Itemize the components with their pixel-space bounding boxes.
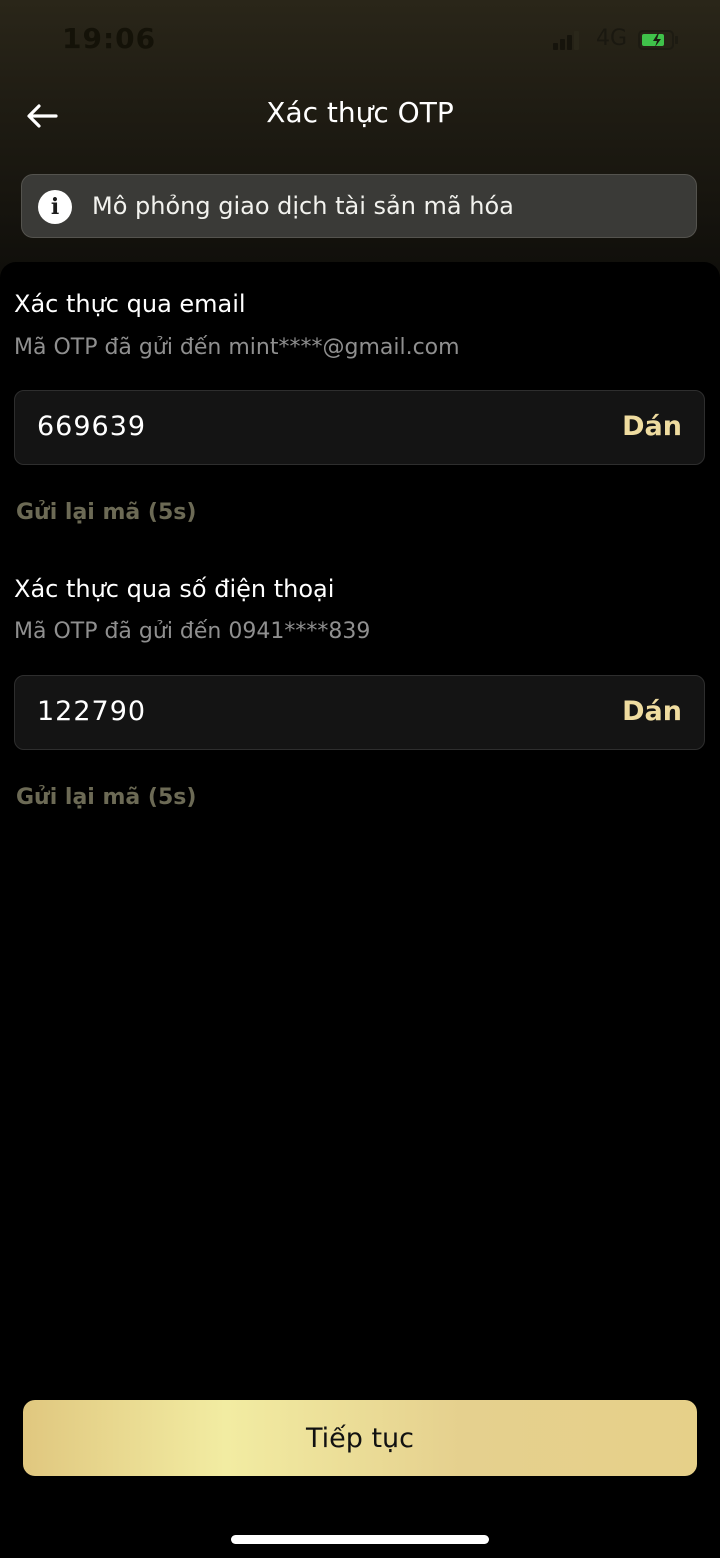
email-resend-link[interactable]: Gửi lại mã (5s) xyxy=(16,500,196,525)
email-otp-field[interactable]: 669639 Dán xyxy=(14,390,705,465)
phone-paste-button[interactable]: Dán xyxy=(622,696,682,727)
network-type: 4G xyxy=(596,26,628,51)
battery-icon xyxy=(638,30,678,50)
page-title: Xác thực OTP xyxy=(266,96,454,129)
status-time: 19:06 xyxy=(62,22,157,55)
info-banner: i Mô phỏng giao dịch tài sản mã hóa xyxy=(21,174,697,238)
phone-resend-link[interactable]: Gửi lại mã (5s) xyxy=(16,785,196,810)
email-otp-value[interactable]: 669639 xyxy=(37,411,146,442)
signal-icon xyxy=(553,31,579,50)
email-section-title: Xác thực qua email xyxy=(14,290,246,318)
otp-form: Xác thực qua email Mã OTP đã gửi đến min… xyxy=(0,262,720,1558)
email-section-subtitle: Mã OTP đã gửi đến mint****@gmail.com xyxy=(14,335,460,360)
phone-section-title: Xác thực qua số điện thoại xyxy=(14,575,335,603)
home-indicator xyxy=(231,1535,489,1544)
banner-text: Mô phỏng giao dịch tài sản mã hóa xyxy=(92,192,514,220)
continue-label: Tiếp tục xyxy=(305,1422,415,1454)
email-paste-button[interactable]: Dán xyxy=(622,411,682,442)
status-bar: 19:06 4G xyxy=(0,0,720,80)
continue-button[interactable]: Tiếp tục xyxy=(23,1400,697,1476)
phone-otp-value[interactable]: 122790 xyxy=(37,696,146,727)
phone-section-subtitle: Mã OTP đã gửi đến 0941****839 xyxy=(14,619,371,644)
info-icon: i xyxy=(38,190,72,224)
phone-otp-field[interactable]: 122790 Dán xyxy=(14,675,705,750)
